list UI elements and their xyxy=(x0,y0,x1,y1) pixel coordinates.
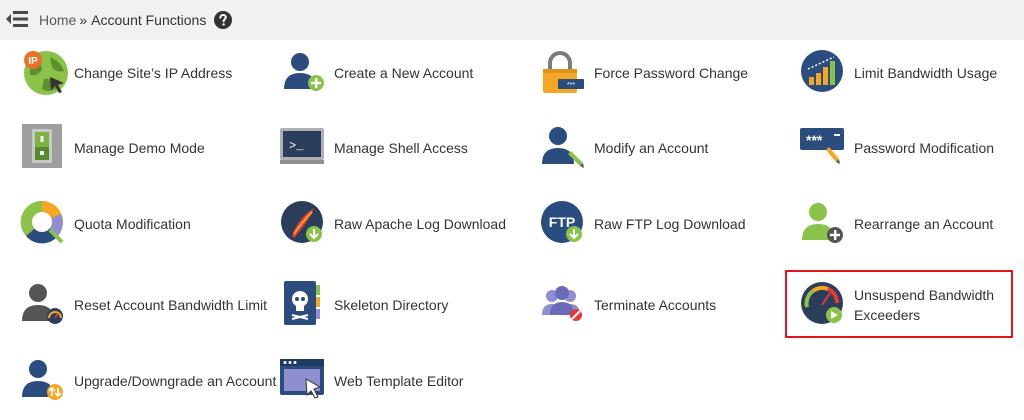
ip-globe-icon: IP xyxy=(20,49,72,97)
browser-edit-icon xyxy=(280,357,332,405)
function-modify-an-account[interactable]: Modify an Account xyxy=(540,127,780,168)
function-label: Modify an Account xyxy=(594,140,709,156)
function-label: Manage Demo Mode xyxy=(74,140,205,156)
function-terminate-accounts[interactable]: Terminate Accounts xyxy=(540,285,780,325)
function-label: Terminate Accounts xyxy=(594,297,717,313)
function-label: Web Template Editor xyxy=(334,373,464,389)
switch-icon xyxy=(20,124,72,172)
function-label: Force Password Change xyxy=(594,65,749,81)
function-label: Upgrade/Downgrade an Account xyxy=(74,373,277,389)
apache-feather-download-icon xyxy=(280,200,332,248)
function-label: Limit Bandwidth Usage xyxy=(854,65,998,81)
function-manage-shell-access[interactable]: >_ Manage Shell Access xyxy=(280,128,520,168)
svg-text:IP: IP xyxy=(28,56,38,67)
password-field-icon: *** xyxy=(800,124,852,172)
svg-text:***: *** xyxy=(567,82,575,89)
function-web-template-editor[interactable]: Web Template Editor xyxy=(280,359,520,401)
top-bar: Home » Account Functions xyxy=(0,0,1024,40)
function-raw-apache-log-download[interactable]: Raw Apache Log Download xyxy=(280,201,520,244)
pie-quota-icon xyxy=(20,200,72,248)
function-manage-demo-mode[interactable]: Manage Demo Mode xyxy=(20,124,260,168)
function-create-new-account[interactable]: Create a New Account xyxy=(280,53,520,93)
bandwidth-bars-icon xyxy=(800,49,852,97)
breadcrumb: Home » Account Functions xyxy=(39,11,233,29)
user-updown-icon xyxy=(20,357,72,405)
terminal-icon: >_ xyxy=(280,124,332,172)
breadcrumb-separator: » xyxy=(79,12,88,28)
function-label: Rearrange an Account xyxy=(854,216,994,232)
function-label: Quota Modification xyxy=(74,216,191,232)
page-title: Account Functions xyxy=(91,12,207,28)
function-label: Password Modification xyxy=(854,140,995,156)
user-edit-icon xyxy=(540,124,592,172)
menu-collapse-icon[interactable] xyxy=(6,9,28,29)
function-rearrange-an-account[interactable]: Rearrange an Account xyxy=(800,203,1024,244)
svg-text:>_: >_ xyxy=(289,139,304,153)
question-circle-icon[interactable] xyxy=(214,11,233,29)
function-force-password-change[interactable]: *** Force Password Change xyxy=(540,51,780,93)
function-label: Skeleton Directory xyxy=(334,297,449,313)
function-raw-ftp-log-download[interactable]: FTP Raw FTP Log Download xyxy=(540,201,780,244)
function-label: Create a New Account xyxy=(334,65,474,81)
function-label: Raw Apache Log Download xyxy=(334,216,507,232)
function-label: Change Site’s IP Address xyxy=(74,65,233,81)
function-upgrade-downgrade-an-account[interactable]: Upgrade/Downgrade an Account xyxy=(20,360,276,401)
function-skeleton-directory[interactable]: Skeleton Directory xyxy=(280,281,520,325)
function-change-site-ip-address[interactable]: IP Change Site’s IP Address xyxy=(20,51,260,95)
function-reset-account-bandwidth-limit[interactable]: Reset Account Bandwidth Limit xyxy=(20,284,267,325)
padlock-icon: *** xyxy=(540,49,592,97)
skull-book-icon xyxy=(280,281,332,329)
function-label: Manage Shell Access xyxy=(334,140,468,156)
function-label: Reset Account Bandwidth Limit xyxy=(74,297,267,313)
highlight-box xyxy=(785,270,1013,338)
users-remove-icon xyxy=(540,281,592,329)
svg-text:***: *** xyxy=(806,132,823,148)
function-quota-modification[interactable]: Quota Modification xyxy=(20,200,260,244)
breadcrumb-home-link[interactable]: Home xyxy=(39,12,76,28)
ftp-download-icon: FTP xyxy=(540,200,592,248)
user-rearrange-icon xyxy=(800,200,852,248)
function-password-modification[interactable]: *** Password Modification xyxy=(800,128,1024,168)
function-label: Raw FTP Log Download xyxy=(594,216,746,232)
user-add-icon xyxy=(280,49,332,97)
user-gauge-icon xyxy=(20,281,72,329)
function-limit-bandwidth-usage[interactable]: Limit Bandwidth Usage xyxy=(800,50,1024,93)
